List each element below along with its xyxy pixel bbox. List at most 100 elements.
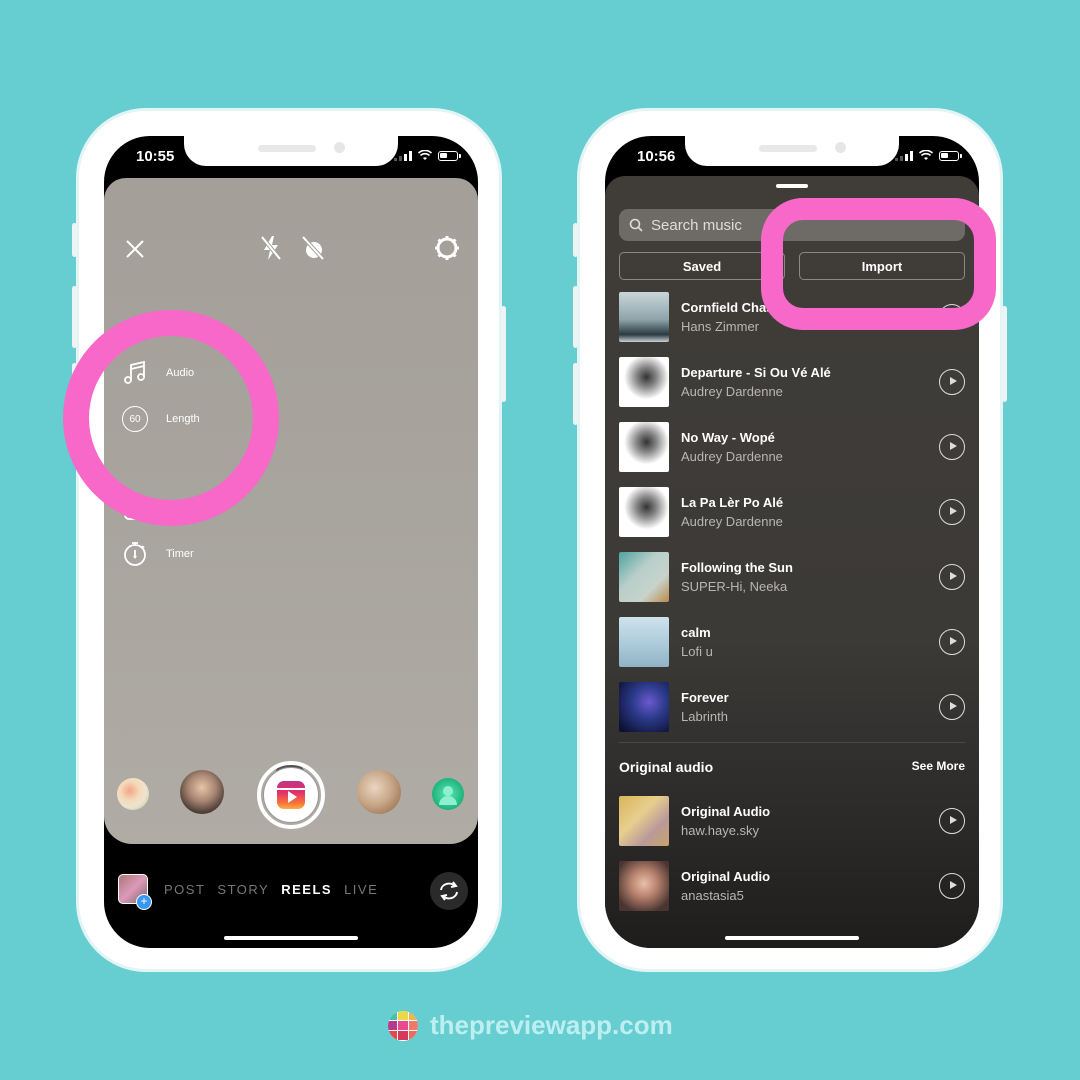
track-artist: Labrinth <box>681 709 728 724</box>
section-divider <box>619 742 965 743</box>
home-indicator <box>224 936 358 940</box>
track-artist: SUPER-Hi, Neeka <box>681 579 788 594</box>
track-title: Original Audio <box>681 869 771 884</box>
flip-camera-icon <box>440 881 458 901</box>
track-artist: anastasia5 <box>681 888 744 903</box>
effect-thumb-avatar[interactable] <box>432 778 464 810</box>
signal-icon <box>394 150 412 161</box>
track-row[interactable]: La Pa Lèr Po Alé Audrey Dardenne <box>619 487 965 537</box>
track-row[interactable]: No Way - Wopé Audrey Dardenne <box>619 422 965 472</box>
track-title: Following the Sun <box>681 560 793 575</box>
mode-reels[interactable]: REELS <box>281 882 332 897</box>
flip-camera-button[interactable] <box>430 872 468 910</box>
play-icon[interactable] <box>939 694 965 720</box>
wifi-icon <box>418 150 432 160</box>
original-audio-row[interactable]: Original Audio anastasia5 <box>619 861 965 911</box>
notch <box>184 136 398 166</box>
track-artist: haw.haye.sky <box>681 823 760 838</box>
flash-button[interactable] <box>259 234 283 266</box>
battery-icon <box>438 150 461 161</box>
track-title: Forever <box>681 690 729 705</box>
track-row[interactable]: Following the Sun SUPER-Hi, Neeka <box>619 552 965 602</box>
settings-icon <box>435 236 459 260</box>
status-time: 10:56 <box>637 148 676 165</box>
album-art <box>619 357 669 407</box>
speaker <box>258 145 316 152</box>
highlight-rect-import <box>761 198 996 330</box>
notch <box>685 136 899 166</box>
tool-timer[interactable]: Timer <box>122 541 194 567</box>
track-artist: Audrey Dardenne <box>681 384 783 399</box>
wifi-icon <box>919 150 933 160</box>
track-title: Cornfield Chas <box>681 300 774 315</box>
track-artist: Audrey Dardenne <box>681 449 783 464</box>
volume-down-button <box>573 363 578 425</box>
play-icon[interactable] <box>939 369 965 395</box>
album-art <box>619 682 669 732</box>
status-time: 10:55 <box>136 148 175 165</box>
album-art <box>619 292 669 342</box>
settings-button[interactable] <box>434 235 460 265</box>
track-title: La Pa Lèr Po Alé <box>681 495 784 510</box>
album-art <box>619 422 669 472</box>
track-title: calm <box>681 625 711 640</box>
highlight-circle-audio <box>63 310 279 526</box>
home-indicator <box>725 936 859 940</box>
battery-icon <box>939 150 962 161</box>
play-icon[interactable] <box>939 434 965 460</box>
play-icon[interactable] <box>939 499 965 525</box>
add-icon: + <box>136 894 152 910</box>
track-artist: Hans Zimmer <box>681 319 760 334</box>
brand-logo-icon <box>388 1010 418 1041</box>
tool-timer-label: Timer <box>166 548 194 560</box>
album-art <box>619 487 669 537</box>
person-icon <box>439 786 457 805</box>
brand-text: thepreviewapp.com <box>430 1010 673 1040</box>
close-button[interactable] <box>124 238 146 264</box>
album-art <box>619 796 669 846</box>
mode-post[interactable]: POST <box>164 882 205 897</box>
track-row[interactable]: calm Lofi u <box>619 617 965 667</box>
track-title: Departure - Si Ou Vé Alé <box>681 365 831 380</box>
front-camera <box>835 142 846 153</box>
night-mode-button[interactable] <box>300 234 326 266</box>
power-button <box>501 306 506 402</box>
phone-frame-left: 10:55 Audio 60 Length Layout Timer + POS… <box>72 108 506 972</box>
play-icon[interactable] <box>939 629 965 655</box>
sheet-grabber[interactable] <box>776 184 808 188</box>
flash-off-icon <box>260 235 282 261</box>
mode-story[interactable]: STORY <box>217 882 269 897</box>
effect-thumb-beach[interactable] <box>357 770 401 814</box>
play-icon[interactable] <box>939 873 965 899</box>
effect-thumb-flowers[interactable] <box>117 778 149 810</box>
album-art <box>619 617 669 667</box>
track-artist: Audrey Dardenne <box>681 514 783 529</box>
original-audio-heading: Original audio <box>619 759 714 775</box>
mute-switch <box>573 223 578 257</box>
reels-icon <box>277 781 305 809</box>
play-icon[interactable] <box>939 808 965 834</box>
night-mode-off-icon <box>301 235 325 261</box>
search-placeholder: Search music <box>651 216 742 234</box>
camera-screen: 10:55 Audio 60 Length Layout Timer + POS… <box>104 136 478 948</box>
status-icons <box>895 150 962 161</box>
record-button[interactable] <box>257 761 325 829</box>
status-icons <box>394 150 461 161</box>
see-more-link[interactable]: See More <box>912 759 965 773</box>
volume-up-button <box>573 286 578 348</box>
album-art <box>619 552 669 602</box>
speaker <box>759 145 817 152</box>
brand-footer: thepreviewapp.com <box>388 1010 673 1041</box>
effect-thumb-palms[interactable] <box>180 770 224 814</box>
original-audio-row[interactable]: Original Audio haw.haye.sky <box>619 796 965 846</box>
track-row[interactable]: Forever Labrinth <box>619 682 965 732</box>
track-row[interactable]: Departure - Si Ou Vé Alé Audrey Dardenne <box>619 357 965 407</box>
mode-live[interactable]: LIVE <box>344 882 378 897</box>
mute-switch <box>72 223 77 257</box>
play-icon[interactable] <box>939 564 965 590</box>
signal-icon <box>895 150 913 161</box>
close-icon <box>126 240 144 258</box>
volume-up-button <box>72 286 77 348</box>
mode-switcher: POST STORY REELS LIVE <box>164 882 378 897</box>
track-artist: Lofi u <box>681 644 713 659</box>
